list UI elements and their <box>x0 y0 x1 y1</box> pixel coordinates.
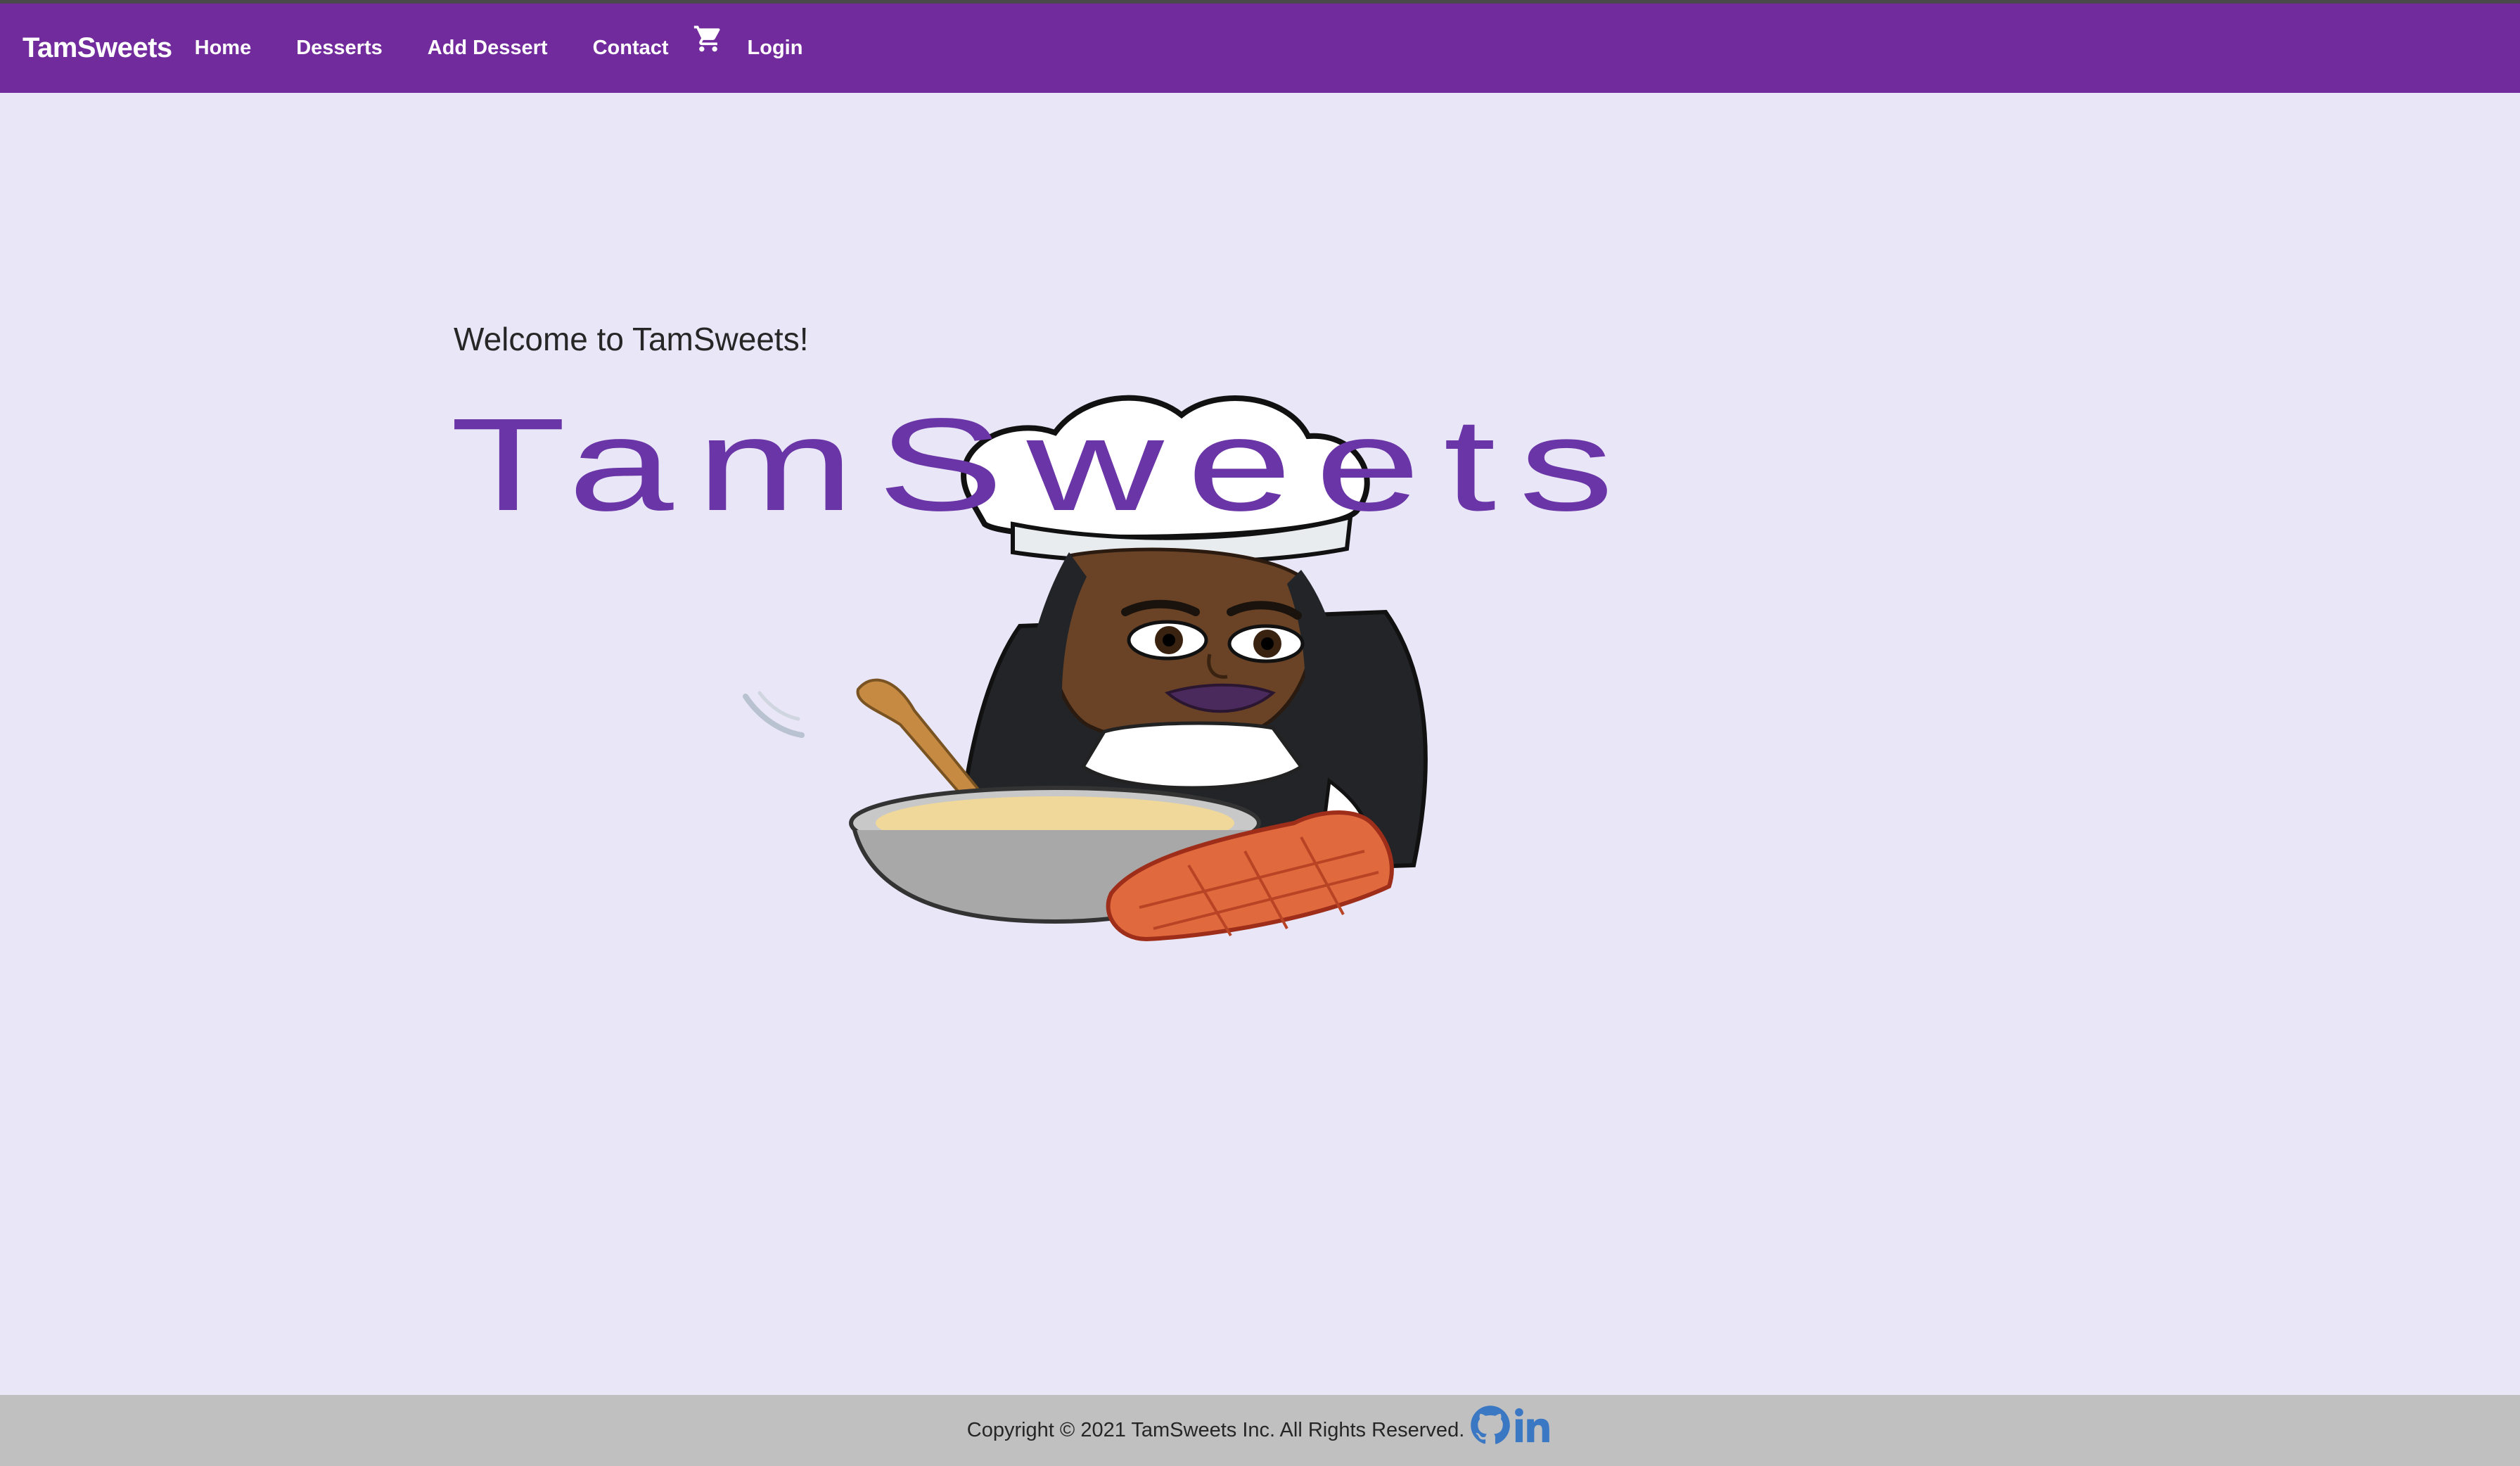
nav-home[interactable]: Home <box>195 37 252 60</box>
nav-add-dessert[interactable]: Add Dessert <box>428 37 548 60</box>
welcome-heading: Welcome to TamSweets! <box>454 321 809 357</box>
nav-login[interactable]: Login <box>748 37 803 60</box>
linkedin-icon[interactable] <box>1512 1405 1553 1446</box>
copyright-text: Copyright © 2021 TamSweets Inc. All Righ… <box>966 1419 1465 1441</box>
footer: Copyright © 2021 TamSweets Inc. All Righ… <box>0 1395 2520 1466</box>
brand-logo[interactable]: TamSweets <box>23 32 172 64</box>
social-links <box>1470 1405 1553 1446</box>
github-icon[interactable] <box>1470 1405 1511 1446</box>
hero-banner: TamSweets <box>450 391 1637 942</box>
tamsweets-logo-text: TamSweets <box>450 391 1637 538</box>
nav-contact[interactable]: Contact <box>593 37 669 60</box>
navbar: TamSweets Home Desserts Add Dessert Cont… <box>0 0 2520 93</box>
shopping-cart-icon[interactable] <box>693 23 724 54</box>
nav-desserts[interactable]: Desserts <box>296 37 383 60</box>
